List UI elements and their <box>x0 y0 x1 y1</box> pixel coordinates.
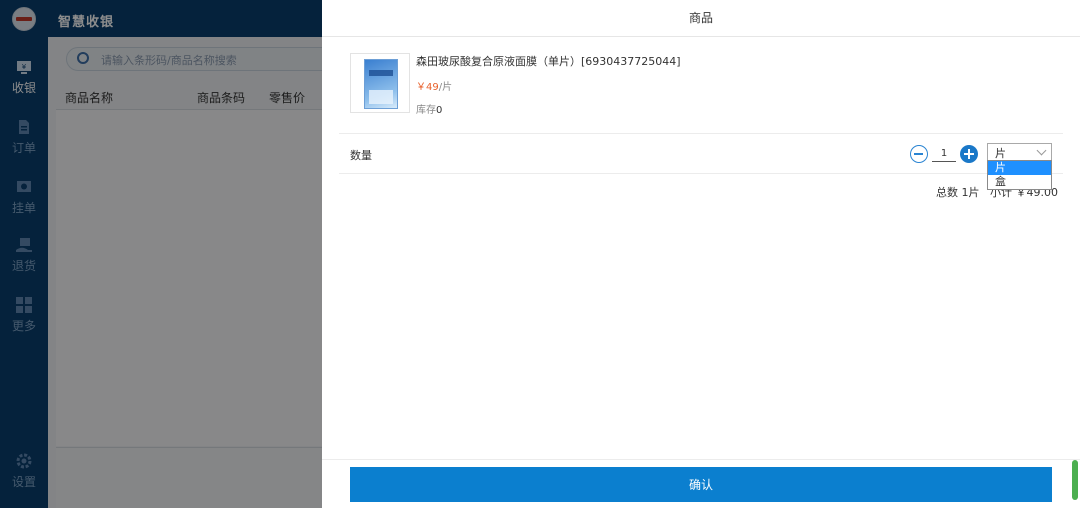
unit-selected: 片 <box>995 147 1006 160</box>
divider <box>322 459 1080 460</box>
unit-dropdown: 片 盒 <box>987 160 1052 190</box>
product-stock: 库存0 <box>416 101 442 116</box>
unit-option-box[interactable]: 盒 <box>988 175 1051 189</box>
stock-value: 0 <box>436 105 443 116</box>
price-value: ￥49 <box>416 82 439 93</box>
scrollbar[interactable] <box>1072 460 1078 500</box>
product-price: ￥49/片 <box>416 78 452 93</box>
product-name: 森田玻尿酸复合原液面膜（单片）[6930437725044] <box>416 55 681 68</box>
dialog-title: 商品 <box>322 0 1080 37</box>
decrease-quantity-button[interactable] <box>910 145 928 163</box>
chevron-down-icon <box>1036 145 1047 156</box>
confirm-button[interactable]: 确认 <box>350 467 1052 502</box>
modal-backdrop[interactable] <box>0 0 322 508</box>
product-image <box>350 53 410 113</box>
stock-label: 库存 <box>416 105 436 116</box>
quantity-input[interactable] <box>932 145 956 162</box>
quantity-label: 数量 <box>350 149 372 162</box>
product-dialog: 商品 森田玻尿酸复合原液面膜（单片）[6930437725044] ￥49/片 … <box>322 0 1080 508</box>
increase-quantity-button[interactable] <box>960 145 978 163</box>
quantity-row: 数量 <box>339 133 1063 174</box>
price-unit: /片 <box>438 82 453 93</box>
unit-select[interactable]: 片 <box>987 143 1052 161</box>
unit-option-piece[interactable]: 片 <box>988 161 1051 175</box>
total-count: 总数 1片 <box>936 186 980 199</box>
